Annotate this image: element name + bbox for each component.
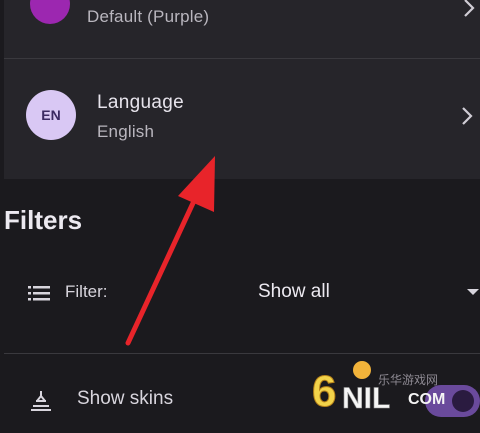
- annotation-arrow: [125, 156, 215, 346]
